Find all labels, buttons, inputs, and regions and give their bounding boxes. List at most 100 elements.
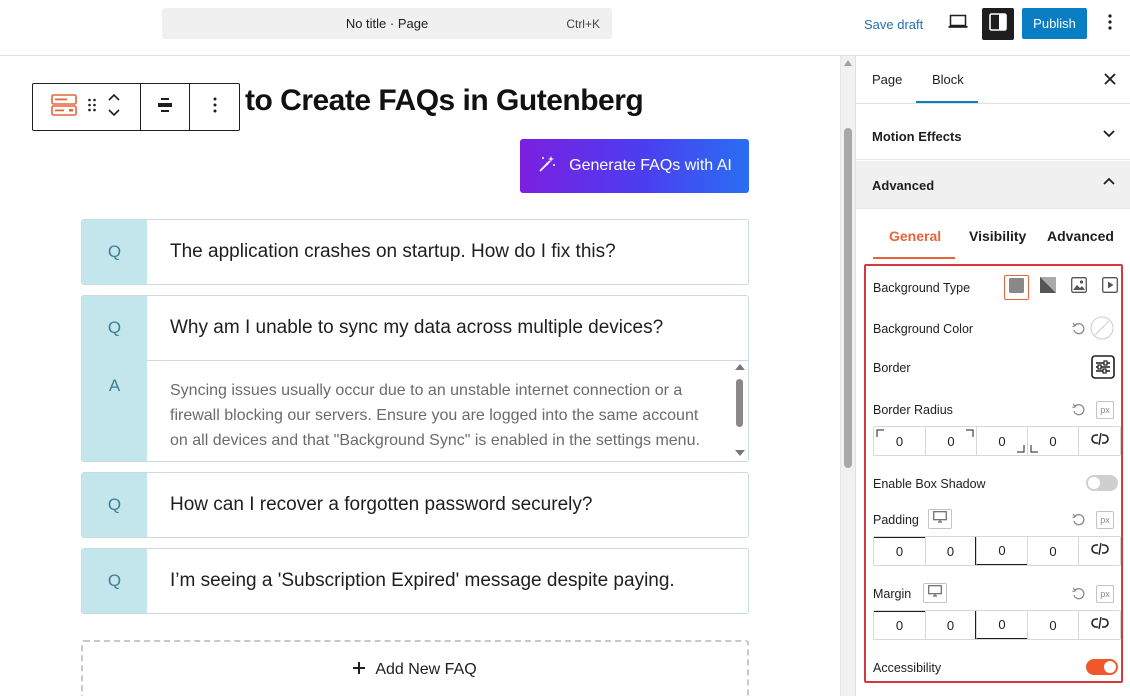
canvas-scrollbar[interactable]	[840, 56, 855, 696]
responsive-device-button[interactable]	[928, 509, 952, 529]
bg-type-image-button[interactable]	[1066, 275, 1091, 300]
align-center-icon	[157, 97, 173, 118]
settings-panel-toggle[interactable]	[982, 8, 1014, 40]
radius-top-right-input[interactable]: 0	[925, 427, 976, 455]
unit-selector[interactable]: px	[1096, 585, 1114, 603]
video-icon	[1101, 277, 1118, 298]
editor-top-bar: No title · Page Ctrl+K Save draft Publis…	[0, 0, 1130, 56]
faq-question[interactable]: How can I recover a forgotten password s…	[147, 473, 592, 537]
reset-icon[interactable]	[1072, 587, 1085, 605]
link-values-button[interactable]	[1078, 611, 1120, 639]
border-radius-inputs: 0 0 0 0	[873, 426, 1121, 456]
tab-advanced[interactable]: Advanced	[1047, 228, 1114, 244]
faq-answer[interactable]: Syncing issues usually occur due to an u…	[147, 360, 748, 461]
margin-bottom-input[interactable]: 0	[976, 611, 1027, 639]
faq-item-expanded[interactable]: Q Why am I unable to sync my data across…	[81, 295, 749, 462]
bg-type-classic-button[interactable]	[1004, 275, 1029, 300]
padding-bottom-input[interactable]: 0	[976, 537, 1027, 565]
faq-answer-text: Syncing issues usually occur due to an u…	[147, 361, 748, 453]
radius-bottom-left-input[interactable]: 0	[1027, 427, 1078, 455]
command-palette-bar[interactable]: No title · Page Ctrl+K	[162, 8, 612, 39]
reset-icon[interactable]	[1072, 513, 1085, 531]
faq-item[interactable]: Q How can I recover a forgotten password…	[81, 472, 749, 538]
margin-left-input[interactable]: 0	[1027, 611, 1078, 639]
options-menu-button[interactable]	[1096, 8, 1124, 40]
margin-value: 0	[998, 617, 1006, 632]
border-radius-label: Border Radius	[873, 403, 953, 417]
reset-icon[interactable]	[1072, 403, 1085, 421]
move-up-down-icon[interactable]	[107, 92, 121, 123]
generate-button-label: Generate FAQs with AI	[569, 157, 732, 174]
advanced-sub-tabs: General Visibility Advanced	[856, 210, 1130, 260]
answer-marker: A	[82, 360, 147, 461]
accessibility-toggle[interactable]	[1086, 659, 1118, 675]
scroll-up-arrow-icon[interactable]	[735, 364, 745, 370]
link-icon	[1090, 431, 1109, 452]
sidebar-tabs: Page Block	[856, 56, 1130, 104]
enable-box-shadow-label: Enable Box Shadow	[873, 477, 986, 491]
background-color-swatch[interactable]	[1090, 316, 1114, 345]
add-new-faq-button[interactable]: Add New FAQ	[81, 640, 749, 696]
radius-top-left-input[interactable]: 0	[874, 427, 925, 455]
border-settings-button[interactable]	[1091, 355, 1115, 384]
reset-icon[interactable]	[1072, 322, 1085, 340]
answer-scrollbar[interactable]	[734, 364, 746, 456]
drag-handle-icon[interactable]	[87, 98, 97, 117]
align-button[interactable]	[139, 84, 190, 130]
padding-top-input[interactable]: 0	[874, 537, 925, 565]
tab-visibility[interactable]: Visibility	[969, 228, 1026, 244]
scroll-thumb[interactable]	[844, 128, 852, 468]
editor-canvas[interactable]: to Create FAQs in Gutenberg Generate FAQ…	[0, 56, 840, 696]
padding-left-input[interactable]: 0	[1027, 537, 1078, 565]
margin-value: 0	[1049, 617, 1057, 633]
block-options-button[interactable]	[189, 84, 239, 130]
faq-question[interactable]: I’m seeing a 'Subscription Expired' mess…	[147, 549, 675, 613]
margin-right-input[interactable]: 0	[925, 611, 976, 639]
link-values-button[interactable]	[1078, 427, 1120, 455]
scroll-up-arrow-icon[interactable]	[844, 60, 852, 66]
padding-value: 0	[946, 543, 955, 559]
link-values-button[interactable]	[1078, 537, 1120, 565]
faq-question[interactable]: The application crashes on startup. How …	[147, 220, 616, 284]
padding-inputs: 0 0 0 0	[873, 536, 1121, 566]
faq-block-icon[interactable]	[51, 93, 78, 121]
tab-page[interactable]: Page	[872, 72, 902, 87]
toggle-knob	[1088, 477, 1100, 489]
document-title: No title · Page	[345, 16, 429, 31]
scroll-thumb[interactable]	[736, 379, 743, 427]
faq-question[interactable]: Why am I unable to sync my data across m…	[147, 296, 663, 360]
magic-wand-icon	[537, 154, 557, 179]
responsive-device-button[interactable]	[923, 583, 947, 603]
active-tab-indicator	[916, 101, 978, 103]
motion-effects-panel-toggle[interactable]: Motion Effects	[856, 112, 1130, 160]
tab-general[interactable]: General	[889, 228, 941, 244]
close-sidebar-button[interactable]	[1104, 70, 1116, 90]
scroll-down-arrow-icon[interactable]	[735, 450, 745, 456]
desktop-icon	[928, 584, 942, 602]
unit-selector[interactable]: px	[1096, 401, 1114, 419]
answer-line: Syncing issues usually occur due to an u…	[170, 382, 683, 399]
sliders-icon	[1091, 355, 1115, 383]
padding-value: 0	[1049, 543, 1057, 559]
padding-right-input[interactable]: 0	[925, 537, 976, 565]
radius-bottom-right-input[interactable]: 0	[976, 427, 1027, 455]
radius-value: 0	[1049, 433, 1057, 449]
publish-button[interactable]: Publish	[1022, 8, 1087, 39]
faq-item[interactable]: Q The application crashes on startup. Ho…	[81, 219, 749, 285]
image-icon	[1070, 277, 1087, 298]
advanced-panel-toggle[interactable]: Advanced	[856, 161, 1130, 209]
box-shadow-toggle[interactable]	[1086, 475, 1118, 491]
bg-type-video-button[interactable]	[1097, 275, 1122, 300]
save-draft-button[interactable]: Save draft	[864, 17, 923, 32]
tab-block[interactable]: Block	[932, 72, 964, 87]
unit-selector[interactable]: px	[1096, 511, 1114, 529]
preview-button[interactable]	[942, 8, 974, 40]
faq-item[interactable]: Q I’m seeing a 'Subscription Expired' me…	[81, 548, 749, 614]
margin-top-input[interactable]: 0	[874, 611, 925, 639]
bg-type-gradient-button[interactable]	[1035, 275, 1060, 300]
generate-faqs-ai-button[interactable]: Generate FAQs with AI	[520, 139, 749, 193]
answer-line: firewall blocking our servers. Ensure yo…	[170, 407, 699, 424]
padding-label: Padding	[873, 513, 919, 527]
post-heading[interactable]: to Create FAQs in Gutenberg	[245, 84, 644, 118]
chevron-up-icon	[1103, 175, 1115, 192]
